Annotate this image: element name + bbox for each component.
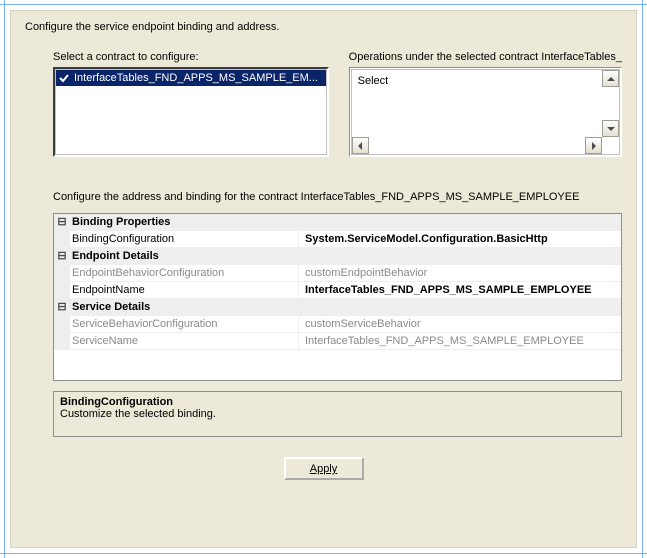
property-value[interactable]: InterfaceTables_FND_APPS_MS_SAMPLE_EMPLO…: [299, 282, 621, 298]
collapse-icon[interactable]: ⊟: [54, 248, 70, 264]
collapse-icon[interactable]: ⊟: [54, 299, 70, 315]
property-name: ServiceBehaviorConfiguration: [70, 316, 299, 332]
property-row[interactable]: EndpointName InterfaceTables_FND_APPS_MS…: [54, 282, 621, 299]
panel-title: Configure the service endpoint binding a…: [25, 21, 622, 33]
property-description: BindingConfiguration Customize the selec…: [53, 391, 622, 437]
operations-label: Operations under the selected contract I…: [349, 51, 622, 63]
contract-item[interactable]: InterfaceTables_FND_APPS_MS_SAMPLE_EM...: [56, 70, 326, 86]
property-name: EndpointBehaviorConfiguration: [70, 265, 299, 281]
horizontal-scrollbar[interactable]: [352, 137, 602, 154]
property-row[interactable]: BindingConfiguration System.ServiceModel…: [54, 231, 621, 248]
operation-item-text: Select: [358, 75, 389, 87]
operations-listbox[interactable]: Select: [349, 67, 622, 157]
vertical-scrollbar[interactable]: [602, 70, 619, 137]
scroll-up-button[interactable]: [602, 70, 619, 87]
description-title: BindingConfiguration: [60, 396, 615, 408]
binding-section-label: Configure the address and binding for th…: [53, 191, 622, 203]
collapse-icon[interactable]: ⊟: [54, 214, 70, 230]
property-value[interactable]: InterfaceTables_FND_APPS_MS_SAMPLE_EMPLO…: [299, 333, 621, 349]
config-panel: Configure the service endpoint binding a…: [10, 10, 637, 548]
property-row[interactable]: ServiceName InterfaceTables_FND_APPS_MS_…: [54, 333, 621, 350]
category-name: Service Details: [70, 299, 298, 315]
category-name: Endpoint Details: [70, 248, 298, 264]
property-name: ServiceName: [70, 333, 299, 349]
scroll-right-button[interactable]: [585, 137, 602, 154]
contracts-label: Select a contract to configure:: [53, 51, 329, 63]
property-category[interactable]: ⊟ Service Details: [54, 299, 621, 316]
apply-button[interactable]: Apply: [284, 457, 364, 480]
property-value[interactable]: System.ServiceModel.Configuration.BasicH…: [299, 231, 621, 247]
property-value[interactable]: customServiceBehavior: [299, 316, 621, 332]
property-grid[interactable]: ⊟ Binding Properties BindingConfiguratio…: [53, 213, 622, 381]
property-value[interactable]: customEndpointBehavior: [299, 265, 621, 281]
property-row[interactable]: ServiceBehaviorConfiguration customServi…: [54, 316, 621, 333]
check-icon: [58, 72, 70, 84]
property-category[interactable]: ⊟ Binding Properties: [54, 214, 621, 231]
property-row[interactable]: EndpointBehaviorConfiguration customEndp…: [54, 265, 621, 282]
description-text: Customize the selected binding.: [60, 408, 615, 420]
operation-item[interactable]: Select: [356, 73, 598, 89]
property-name: BindingConfiguration: [70, 231, 299, 247]
contract-item-text: InterfaceTables_FND_APPS_MS_SAMPLE_EM...: [74, 72, 318, 84]
scroll-left-button[interactable]: [352, 137, 369, 154]
contracts-listbox[interactable]: InterfaceTables_FND_APPS_MS_SAMPLE_EM...: [53, 67, 329, 157]
property-category[interactable]: ⊟ Endpoint Details: [54, 248, 621, 265]
scroll-down-button[interactable]: [602, 120, 619, 137]
category-name: Binding Properties: [70, 214, 298, 230]
property-name: EndpointName: [70, 282, 299, 298]
